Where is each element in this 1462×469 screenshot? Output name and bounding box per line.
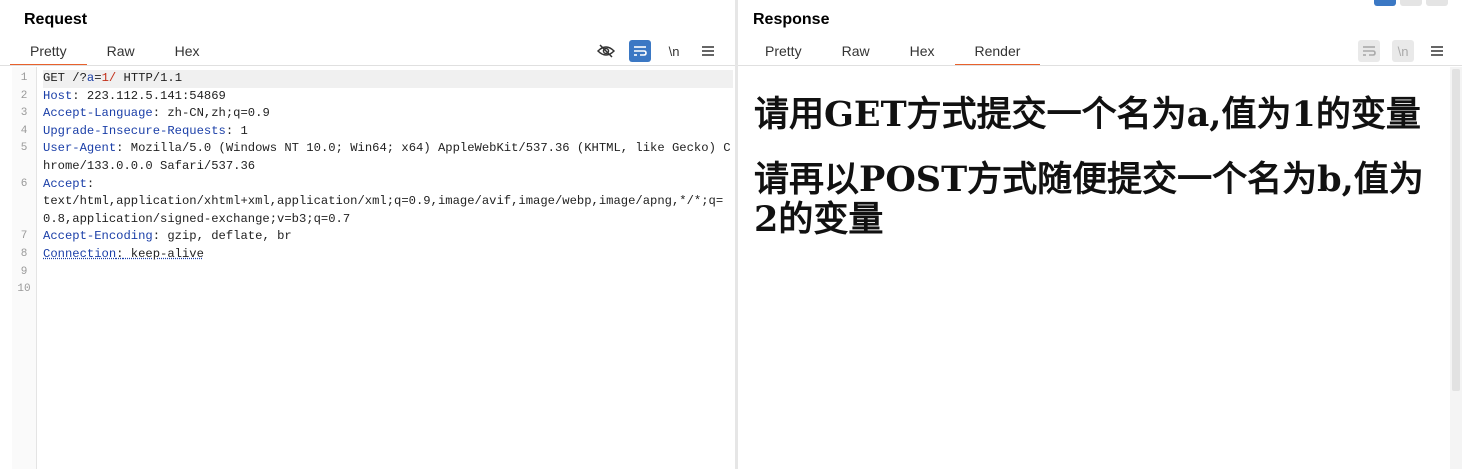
- request-tab-hex[interactable]: Hex: [155, 38, 220, 64]
- request-title: Request: [24, 11, 88, 28]
- response-tab-divider: [738, 65, 1462, 66]
- wrap-icon[interactable]: [629, 40, 651, 62]
- line-number: 6: [20, 177, 28, 190]
- header-key: User-Agent: [43, 141, 117, 156]
- request-line-8: 8 Connection: keep-alive: [21, 246, 733, 264]
- hamburger-icon[interactable]: [697, 40, 719, 62]
- request-line-1: 1 GET /?a=1/ HTTP/1.1: [21, 70, 733, 88]
- request-line-2: 2 Host: 223.112.5.141:54869: [21, 88, 733, 106]
- line-number: 7: [20, 230, 28, 243]
- response-title: Response: [753, 11, 830, 28]
- request-tab-pretty[interactable]: Pretty: [10, 38, 87, 66]
- header-value: 223.112.5.141:54869: [79, 88, 226, 103]
- http-method: GET: [43, 71, 65, 85]
- request-line-3: 3 Accept-Language: zh-CN,zh;q=0.9: [21, 105, 733, 123]
- request-line-5: 5 User-Agent: Mozilla/5.0 (Windows NT 10.…: [21, 140, 733, 175]
- response-tab-pretty[interactable]: Pretty: [745, 38, 822, 64]
- response-toolbar: \n: [1358, 40, 1448, 62]
- response-tab-render[interactable]: Render: [954, 38, 1041, 66]
- line-number: 4: [20, 124, 28, 137]
- query-equals: =: [94, 71, 102, 85]
- header-key: Accept-Encoding: [43, 229, 153, 244]
- response-tab-raw[interactable]: Raw: [822, 38, 890, 64]
- line-number: 3: [20, 107, 28, 120]
- response-scrollbar[interactable]: [1450, 67, 1462, 469]
- response-pane: Response Pretty Raw Hex Render \n 请用GET方…: [738, 0, 1462, 469]
- layout-split-icon[interactable]: [1374, 0, 1396, 6]
- response-tabs: Pretty Raw Hex Render: [745, 38, 1041, 66]
- request-tab-divider: [0, 65, 735, 66]
- line-number: 5: [20, 142, 28, 155]
- header-value: Mozilla/5.0 (Windows NT 10.0; Win64; x64…: [43, 141, 731, 173]
- layout-horizontal-icon[interactable]: [1400, 0, 1422, 6]
- query-param-value: 1/: [101, 71, 117, 85]
- request-line-9: 9​: [21, 264, 733, 282]
- request-tabs: Pretty Raw Hex: [10, 38, 220, 66]
- line-number: 2: [20, 89, 28, 102]
- header-value: 1: [233, 123, 248, 138]
- request-line-10: 10​: [17, 281, 733, 299]
- hamburger-icon[interactable]: [1426, 40, 1448, 62]
- line-number: 9: [20, 265, 28, 278]
- request-line-4: 4 Upgrade-Insecure-Requests: 1: [21, 123, 733, 141]
- header-key: Accept: [43, 176, 87, 191]
- scrollbar-thumb[interactable]: [1452, 69, 1460, 391]
- request-code[interactable]: 1 GET /?a=1/ HTTP/1.1 2 Host: 223.112.5.14…: [17, 70, 733, 299]
- request-line-7: 7 Accept-Encoding: gzip, deflate, br: [21, 228, 733, 246]
- request-toolbar: \n: [595, 40, 719, 62]
- http-protocol: HTTP/1.1: [116, 71, 183, 85]
- response-render-view: 请用GET方式提交一个名为a,值为1的变量 请再以POST方式随便提交一个名为b…: [738, 67, 1462, 469]
- header-key: Connection: [43, 246, 117, 261]
- request-pane: Request Pretty Raw Hex \n 1 GET /?a=1/ HT…: [0, 0, 735, 469]
- request-line-6: 6 Accept: text/html,application/xhtml+xml,…: [21, 176, 733, 229]
- header-value: zh-CN,zh;q=0.9: [160, 106, 270, 121]
- layout-vertical-icon[interactable]: [1426, 0, 1448, 6]
- wrap-icon[interactable]: [1358, 40, 1380, 62]
- rendered-html: 请用GET方式提交一个名为a,值为1的变量 请再以POST方式随便提交一个名为b…: [754, 95, 1424, 265]
- line-number: 10: [17, 283, 31, 296]
- eye-slash-icon[interactable]: [595, 40, 617, 62]
- newline-toggle-button[interactable]: \n: [663, 40, 685, 62]
- header-key: Host: [43, 88, 73, 103]
- request-tab-raw[interactable]: Raw: [87, 38, 155, 64]
- layout-buttons: [1374, 0, 1448, 6]
- request-editor[interactable]: 1 GET /?a=1/ HTTP/1.1 2 Host: 223.112.5.14…: [12, 67, 735, 469]
- rendered-paragraph-get: 请用GET方式提交一个名为a,值为1的变量: [754, 94, 1421, 135]
- rendered-paragraph-post: 请再以POST方式随便提交一个名为b,值为2的变量: [754, 159, 1424, 240]
- response-tab-hex[interactable]: Hex: [890, 38, 955, 64]
- header-key: Accept-Language: [43, 106, 153, 121]
- header-key: Upgrade-Insecure-Requests: [43, 123, 226, 138]
- header-value: gzip, deflate, br: [160, 229, 292, 244]
- newline-toggle-button[interactable]: \n: [1392, 40, 1414, 62]
- line-number: 8: [20, 247, 28, 260]
- header-value: text/html,application/xhtml+xml,applicat…: [43, 194, 724, 226]
- request-path: /?: [72, 71, 87, 85]
- line-number: 1: [20, 72, 28, 84]
- header-value: keep-alive: [123, 246, 204, 261]
